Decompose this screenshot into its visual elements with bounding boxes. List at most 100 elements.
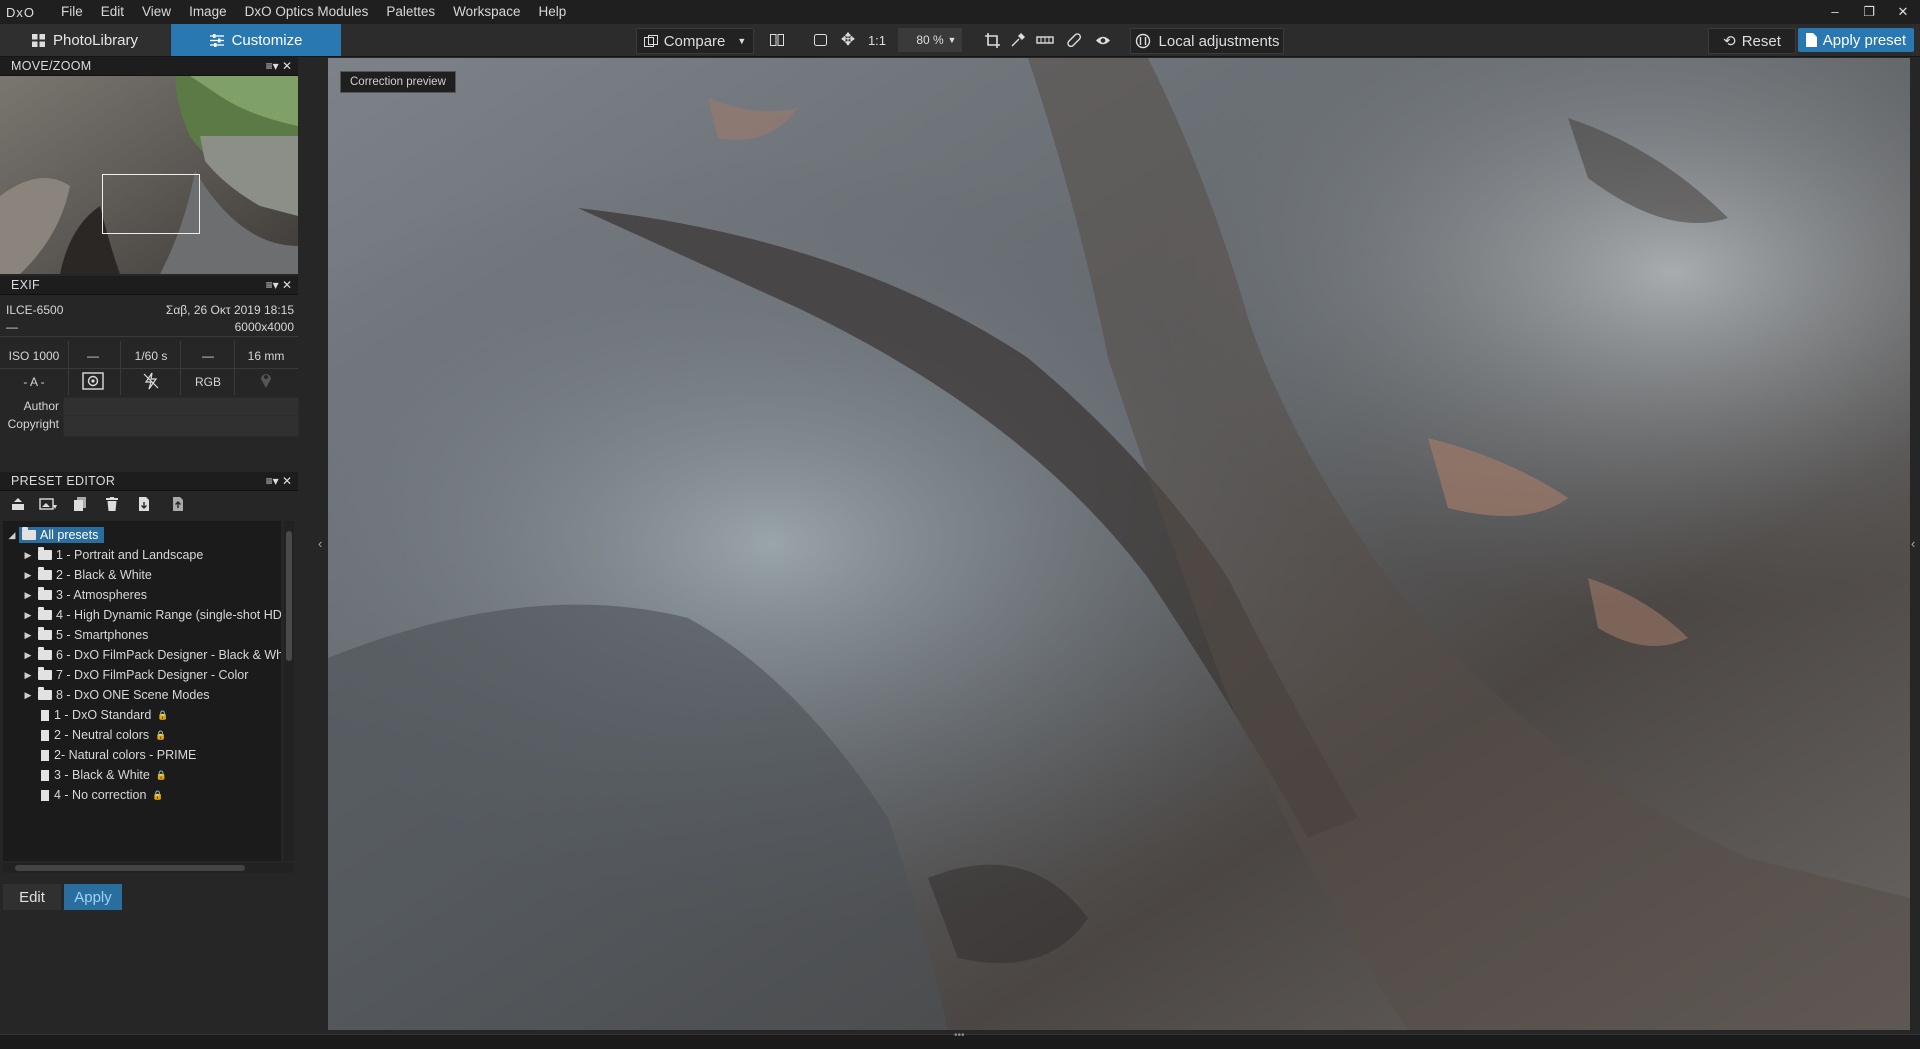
minimize-button[interactable]: –: [1818, 0, 1852, 24]
left-palettes: MOVE/ZOOM ≡▾ ✕ EXIF ≡▾ ✕ ILCE-6500 Σαβ, …: [0, 57, 300, 1048]
preset-folder-label: 2 - Black & White: [56, 568, 152, 582]
history-icon: ⟲: [1723, 33, 1736, 50]
preset-folder[interactable]: ▶ 6 - DxO FilmPack Designer - Black & Wh…: [21, 645, 281, 665]
split-view-icon[interactable]: [766, 28, 788, 52]
preset-file-icon: [41, 749, 49, 761]
movezoom-title: MOVE/ZOOM: [11, 59, 92, 73]
navigator-thumbnail[interactable]: [0, 76, 298, 274]
menu-edit[interactable]: Edit: [92, 0, 133, 24]
preset-item-label: 3 - Black & White: [54, 768, 150, 782]
apply-button[interactable]: Apply: [64, 884, 122, 910]
tab-customize-label: Customize: [231, 31, 303, 49]
menu-help[interactable]: Help: [529, 0, 575, 24]
local-adjustments-button[interactable]: Local adjustments: [1130, 28, 1284, 54]
copyright-field[interactable]: [63, 415, 299, 437]
preset-folder-label: 6 - DxO FilmPack Designer - Black & Whit: [56, 648, 281, 662]
palette-menu-close-icon[interactable]: ≡▾ ✕: [266, 57, 292, 75]
move-icon[interactable]: ✥: [838, 28, 858, 52]
preset-toolbar: [0, 493, 298, 517]
restore-button[interactable]: ❐: [1852, 0, 1886, 24]
repair-tool-icon[interactable]: [1064, 28, 1084, 52]
duplicate-preset-icon[interactable]: [72, 497, 88, 513]
preset-item[interactable]: 4 - No correction 🔒: [41, 785, 164, 805]
exif-title: EXIF: [11, 278, 40, 292]
preset-item[interactable]: 2 - Neutral colors 🔒: [41, 725, 166, 745]
menu-workspace[interactable]: Workspace: [444, 0, 529, 24]
preset-folder[interactable]: ▶ 4 - High Dynamic Range (single-shot HD…: [21, 605, 281, 625]
preset-folder[interactable]: ▶ 5 - Smartphones: [21, 625, 148, 645]
menu-view[interactable]: View: [133, 0, 180, 24]
image-preview[interactable]: [328, 58, 1910, 1030]
preset-item[interactable]: 2- Natural colors - PRIME: [41, 745, 196, 765]
exif-shutter: 1/60 s: [134, 349, 168, 363]
collapsed-arrow-icon[interactable]: ▶: [21, 610, 35, 621]
fit-screen-icon[interactable]: [810, 28, 830, 52]
collapse-right-panel-icon[interactable]: ‹: [1911, 536, 1915, 551]
close-window-button[interactable]: ✕: [1886, 0, 1920, 24]
edit-button[interactable]: Edit: [3, 884, 61, 910]
crop-icon[interactable]: [982, 28, 1002, 52]
menu-dxo-optics-modules[interactable]: DxO Optics Modules: [236, 0, 378, 24]
apply-preset-button[interactable]: Apply preset: [1798, 28, 1914, 52]
sliders-icon: [209, 33, 224, 47]
collapsed-arrow-icon[interactable]: ▶: [21, 590, 35, 601]
zoom-dropdown-icon[interactable]: ▼: [944, 28, 960, 52]
eye-icon[interactable]: [1092, 28, 1114, 52]
import-preset-icon[interactable]: [136, 497, 152, 513]
folder-icon: [38, 687, 52, 700]
tree-vertical-scrollbar[interactable]: [284, 521, 294, 861]
reset-button[interactable]: ⟲ Reset: [1708, 28, 1796, 54]
menu-image[interactable]: Image: [180, 0, 236, 24]
exif-ev: —: [202, 349, 214, 363]
tab-customize[interactable]: Customize: [171, 24, 341, 56]
new-preset-icon[interactable]: [10, 497, 26, 513]
expanded-arrow-icon[interactable]: ◢: [5, 530, 19, 541]
menu-palettes[interactable]: Palettes: [377, 0, 444, 24]
movezoom-header[interactable]: MOVE/ZOOM ≡▾ ✕: [0, 57, 298, 76]
palette-menu-close-icon[interactable]: ≡▾ ✕: [266, 276, 292, 294]
exif-header[interactable]: EXIF ≡▾ ✕: [0, 276, 298, 295]
preset-folder[interactable]: ▶ 8 - DxO ONE Scene Modes: [21, 685, 210, 705]
window-controls: – ❐ ✕: [1818, 0, 1920, 24]
app-logo: DxO: [6, 4, 35, 20]
one-to-one-button[interactable]: 1:1: [864, 28, 890, 52]
tree-root-label: All presets: [40, 528, 99, 542]
tree-horizontal-scrollbar[interactable]: [3, 863, 293, 873]
folder-icon: [22, 527, 36, 540]
preset-folder[interactable]: ▶ 7 - DxO FilmPack Designer - Color: [21, 665, 248, 685]
folder-icon: [38, 547, 52, 560]
lock-icon: 🔒: [155, 729, 167, 740]
preset-item[interactable]: 3 - Black & White 🔒: [41, 765, 167, 785]
palette-menu-close-icon[interactable]: ≡▾ ✕: [266, 472, 292, 490]
filmstrip-handle-icon[interactable]: •••: [954, 1030, 965, 1041]
delete-preset-icon[interactable]: [104, 497, 120, 513]
preset-folder[interactable]: ▶ 1 - Portrait and Landscape: [21, 545, 203, 565]
exif-resolution: 6000x4000: [234, 320, 294, 334]
horizon-tool-icon[interactable]: [1034, 28, 1056, 52]
tab-photolibrary[interactable]: PhotoLibrary: [0, 24, 170, 56]
preset-item[interactable]: 1 - DxO Standard 🔒: [41, 705, 168, 725]
scrollbar-thumb[interactable]: [15, 865, 245, 871]
preset-item-label: 2- Natural colors - PRIME: [54, 748, 197, 762]
compare-button[interactable]: Compare ▼: [636, 28, 754, 54]
collapsed-arrow-icon[interactable]: ▶: [21, 670, 35, 681]
scrollbar-thumb[interactable]: [286, 531, 292, 661]
zoom-region-rectangle[interactable]: [102, 174, 200, 234]
collapse-left-panel-icon[interactable]: ‹: [318, 536, 322, 551]
export-preset-icon[interactable]: [170, 497, 186, 513]
exif-colorspace: RGB: [194, 375, 221, 389]
chevron-down-icon[interactable]: ▼: [737, 36, 746, 46]
collapsed-arrow-icon[interactable]: ▶: [21, 690, 35, 701]
preset-editor-header[interactable]: PRESET EDITOR ≡▾ ✕: [0, 472, 298, 491]
collapsed-arrow-icon[interactable]: ▶: [21, 550, 35, 561]
folder-icon: [38, 627, 52, 640]
tree-root-all-presets[interactable]: ◢ All presets: [5, 525, 105, 545]
collapsed-arrow-icon[interactable]: ▶: [21, 630, 35, 641]
collapsed-arrow-icon[interactable]: ▶: [21, 570, 35, 581]
preset-from-image-icon[interactable]: [38, 497, 58, 513]
white-balance-picker-icon[interactable]: [1008, 28, 1028, 52]
preset-folder[interactable]: ▶ 3 - Atmospheres: [21, 585, 147, 605]
menu-file[interactable]: File: [52, 0, 92, 24]
preset-folder[interactable]: ▶ 2 - Black & White: [21, 565, 152, 585]
collapsed-arrow-icon[interactable]: ▶: [21, 650, 35, 661]
